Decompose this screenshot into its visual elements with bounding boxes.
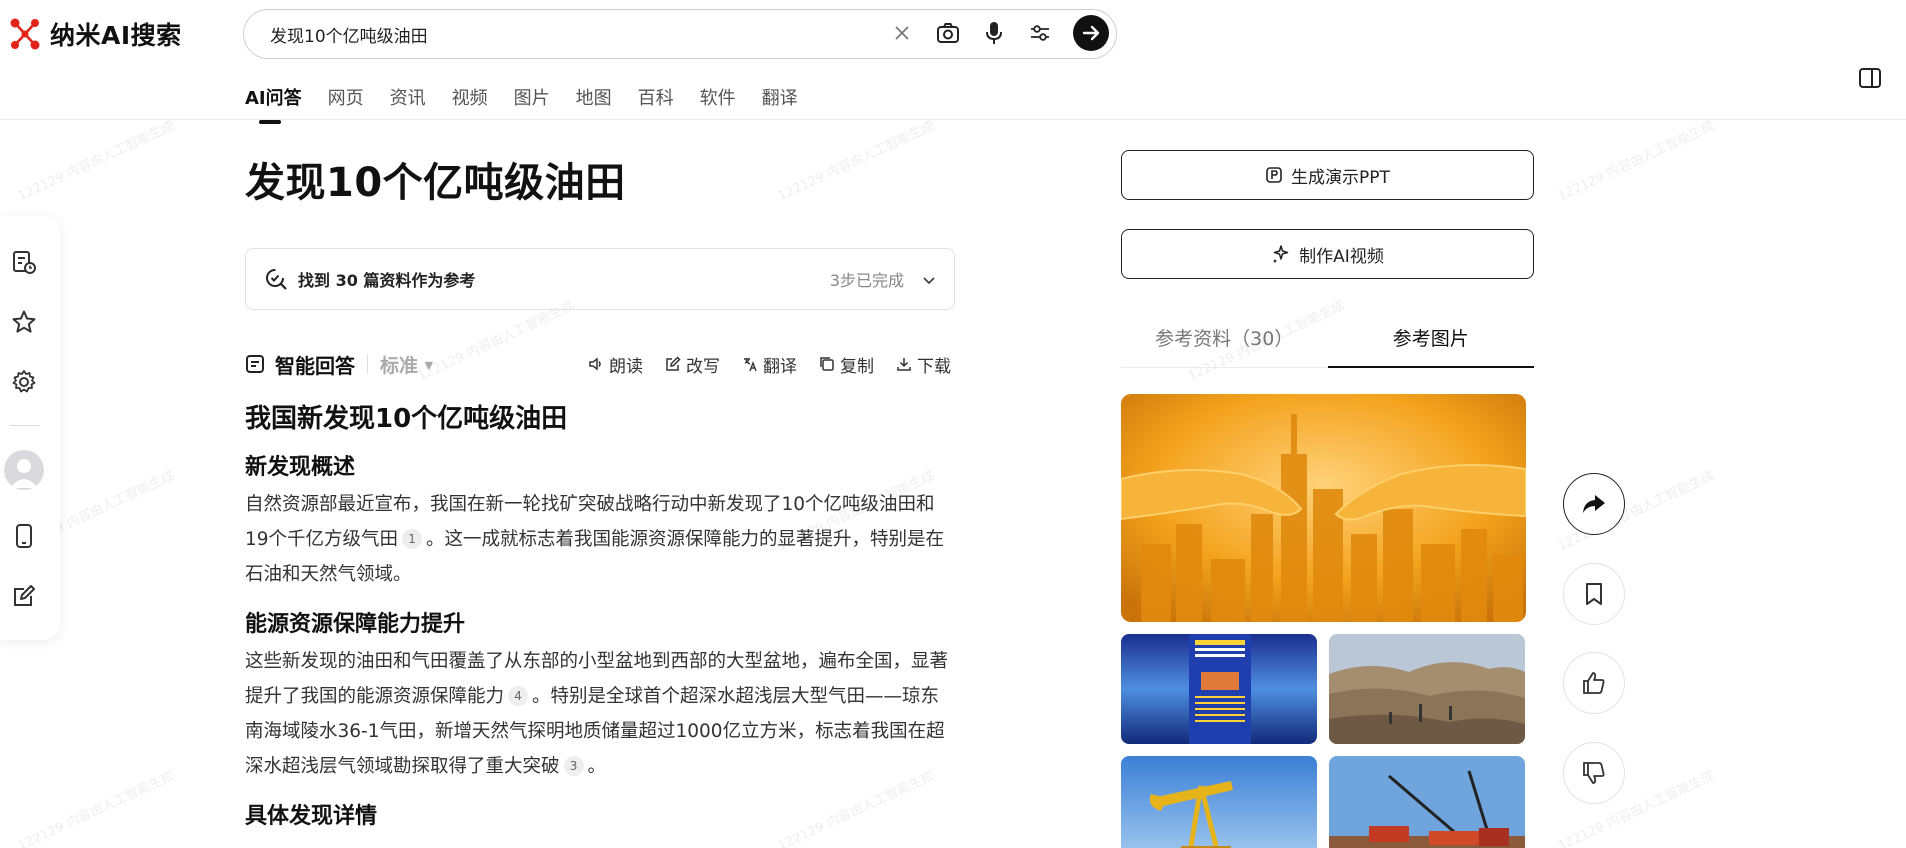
answer-content: 我国新发现10个亿吨级油田 新发现概述 自然资源部最近宣布，我国在新一轮找矿突破… bbox=[245, 398, 955, 830]
paragraph-text: 。 bbox=[587, 756, 607, 777]
references-summary[interactable]: 找到 30 篇资料作为参考 3步已完成 bbox=[245, 248, 955, 310]
logo-icon bbox=[8, 16, 42, 52]
thumbs-up-icon bbox=[1583, 672, 1605, 694]
search-box[interactable] bbox=[243, 9, 1117, 59]
reference-image-poster[interactable] bbox=[1121, 634, 1317, 744]
make-ai-video-label: 制作AI视频 bbox=[1299, 246, 1384, 267]
section-heading: 具体发现详情 bbox=[245, 804, 378, 829]
tab-reference-images[interactable]: 参考图片 bbox=[1327, 308, 1535, 368]
star-icon[interactable] bbox=[10, 308, 38, 336]
citation-badge[interactable]: 3 bbox=[563, 756, 584, 776]
avatar[interactable] bbox=[4, 450, 44, 490]
answer-title: 智能回答 bbox=[275, 353, 355, 378]
translate-icon bbox=[744, 358, 757, 372]
page-title: 发现10个亿吨级油田 bbox=[245, 160, 626, 206]
reference-image-pumpjack[interactable] bbox=[1121, 756, 1317, 848]
mobile-phone-icon[interactable] bbox=[10, 522, 38, 550]
watermark: 122129 内容由人工智能生成 bbox=[15, 768, 177, 848]
dislike-button[interactable] bbox=[1563, 742, 1625, 804]
edit-note-icon[interactable] bbox=[10, 582, 38, 610]
tab-software[interactable]: 软件 bbox=[700, 84, 736, 120]
tab-encyclopedia[interactable]: 百科 bbox=[638, 84, 674, 120]
search-check-icon bbox=[266, 269, 287, 290]
speaker-icon bbox=[589, 357, 601, 371]
bookmark-icon bbox=[1586, 583, 1602, 605]
copy-label: 复制 bbox=[840, 356, 874, 377]
right-panel: 生成演示PPT 制作AI视频 参考资料（30） 参考图片 bbox=[1121, 150, 1534, 848]
copy-button[interactable]: 复制 bbox=[819, 352, 874, 377]
tab-images[interactable]: 图片 bbox=[514, 84, 550, 120]
translate-label: 翻译 bbox=[763, 356, 797, 377]
bookmark-button[interactable] bbox=[1563, 563, 1625, 625]
download-button[interactable]: 下载 bbox=[896, 352, 951, 377]
tab-video[interactable]: 视频 bbox=[452, 84, 488, 120]
answer-toolbar: 智能回答 标准 ▼ 朗读 改写 翻译 复制 下载 bbox=[245, 348, 955, 380]
logo[interactable]: 纳米AI搜索 bbox=[8, 16, 182, 52]
share-arrow-icon bbox=[1583, 495, 1605, 513]
search-tabs: AI问答 网页 资讯 视频 图片 地图 百科 软件 翻译 bbox=[245, 84, 798, 124]
tab-web[interactable]: 网页 bbox=[328, 84, 364, 120]
rail-divider bbox=[10, 425, 40, 426]
generate-ppt-button[interactable]: 生成演示PPT bbox=[1121, 150, 1534, 200]
answer-mode-select[interactable]: 标准 ▼ bbox=[380, 351, 433, 378]
arrow-right-icon bbox=[1082, 25, 1100, 41]
answer-icon bbox=[246, 355, 264, 373]
clear-icon[interactable] bbox=[889, 20, 915, 46]
answer-mode-label: 标准 bbox=[380, 354, 419, 377]
tab-translate[interactable]: 翻译 bbox=[762, 84, 798, 120]
history-icon[interactable] bbox=[10, 248, 38, 276]
filter-settings-icon[interactable] bbox=[1027, 20, 1053, 46]
search-submit-button[interactable] bbox=[1073, 15, 1109, 51]
right-panel-tabs: 参考资料（30） 参考图片 bbox=[1121, 308, 1534, 368]
tab-ai-qa[interactable]: AI问答 bbox=[245, 84, 302, 124]
generate-ppt-label: 生成演示PPT bbox=[1291, 167, 1390, 188]
share-button[interactable] bbox=[1563, 473, 1625, 535]
download-icon bbox=[897, 358, 911, 371]
references-count-text: 找到 30 篇资料作为参考 bbox=[298, 271, 476, 290]
like-button[interactable] bbox=[1563, 652, 1625, 714]
tab-news[interactable]: 资讯 bbox=[390, 84, 426, 120]
citation-badge[interactable]: 1 bbox=[402, 529, 423, 549]
reference-image-drilling-site[interactable] bbox=[1329, 756, 1525, 848]
chevron-down-icon[interactable] bbox=[920, 271, 938, 289]
app-root: 122129 内容由人工智能生成 122129 内容由人工智能生成 122129… bbox=[0, 0, 1906, 848]
edit-icon bbox=[666, 356, 681, 371]
section-heading: 能源资源保障能力提升 bbox=[245, 612, 466, 637]
header-divider bbox=[0, 119, 1906, 120]
main-content: 发现10个亿吨级油田 找到 30 篇资料作为参考 3步已完成 智能回答 标准 ▼… bbox=[245, 150, 955, 836]
download-label: 下载 bbox=[917, 356, 951, 377]
app-name: 纳米AI搜索 bbox=[50, 21, 182, 50]
sparkle-icon bbox=[1273, 245, 1289, 263]
left-rail bbox=[0, 216, 60, 640]
camera-icon[interactable] bbox=[935, 20, 961, 46]
read-aloud-label: 朗读 bbox=[609, 356, 643, 377]
rewrite-button[interactable]: 改写 bbox=[665, 352, 720, 377]
section-paragraph: 自然资源部最近宣布，我国在新一轮找矿突破战略行动中新发现了10个亿吨级油田和19… bbox=[245, 487, 955, 592]
search-input[interactable] bbox=[270, 24, 880, 44]
make-ai-video-button[interactable]: 制作AI视频 bbox=[1121, 229, 1534, 279]
ppt-icon bbox=[1266, 167, 1282, 183]
watermark: 122129 内容由人工智能生成 bbox=[15, 118, 177, 205]
copy-icon bbox=[820, 357, 834, 371]
section-heading: 新发现概述 bbox=[245, 455, 356, 480]
translate-button[interactable]: 翻译 bbox=[742, 352, 797, 377]
tab-reference-materials[interactable]: 参考资料（30） bbox=[1121, 308, 1328, 367]
section-paragraph: 这些新发现的油田和气田覆盖了从东部的小型盆地到西部的大型盆地，遍布全国，显著提升… bbox=[245, 644, 955, 784]
answer-separator bbox=[367, 355, 368, 373]
caret-down-icon: ▼ bbox=[424, 358, 434, 372]
answer-heading: 我国新发现10个亿吨级油田 bbox=[245, 404, 568, 434]
reference-image-oilfield-hills[interactable] bbox=[1329, 634, 1525, 744]
microphone-icon[interactable] bbox=[981, 20, 1007, 46]
read-aloud-button[interactable]: 朗读 bbox=[588, 352, 643, 377]
rewrite-label: 改写 bbox=[686, 356, 720, 377]
reference-image-handshake[interactable] bbox=[1121, 394, 1526, 622]
references-status: 3步已完成 bbox=[829, 271, 904, 290]
citation-badge[interactable]: 4 bbox=[508, 686, 529, 706]
gear-icon[interactable] bbox=[10, 368, 38, 396]
tab-map[interactable]: 地图 bbox=[576, 84, 612, 120]
watermark: 122129 内容由人工智能生成 bbox=[1555, 118, 1717, 205]
panel-toggle-icon[interactable] bbox=[1858, 66, 1882, 94]
thumbs-down-icon bbox=[1583, 762, 1605, 784]
